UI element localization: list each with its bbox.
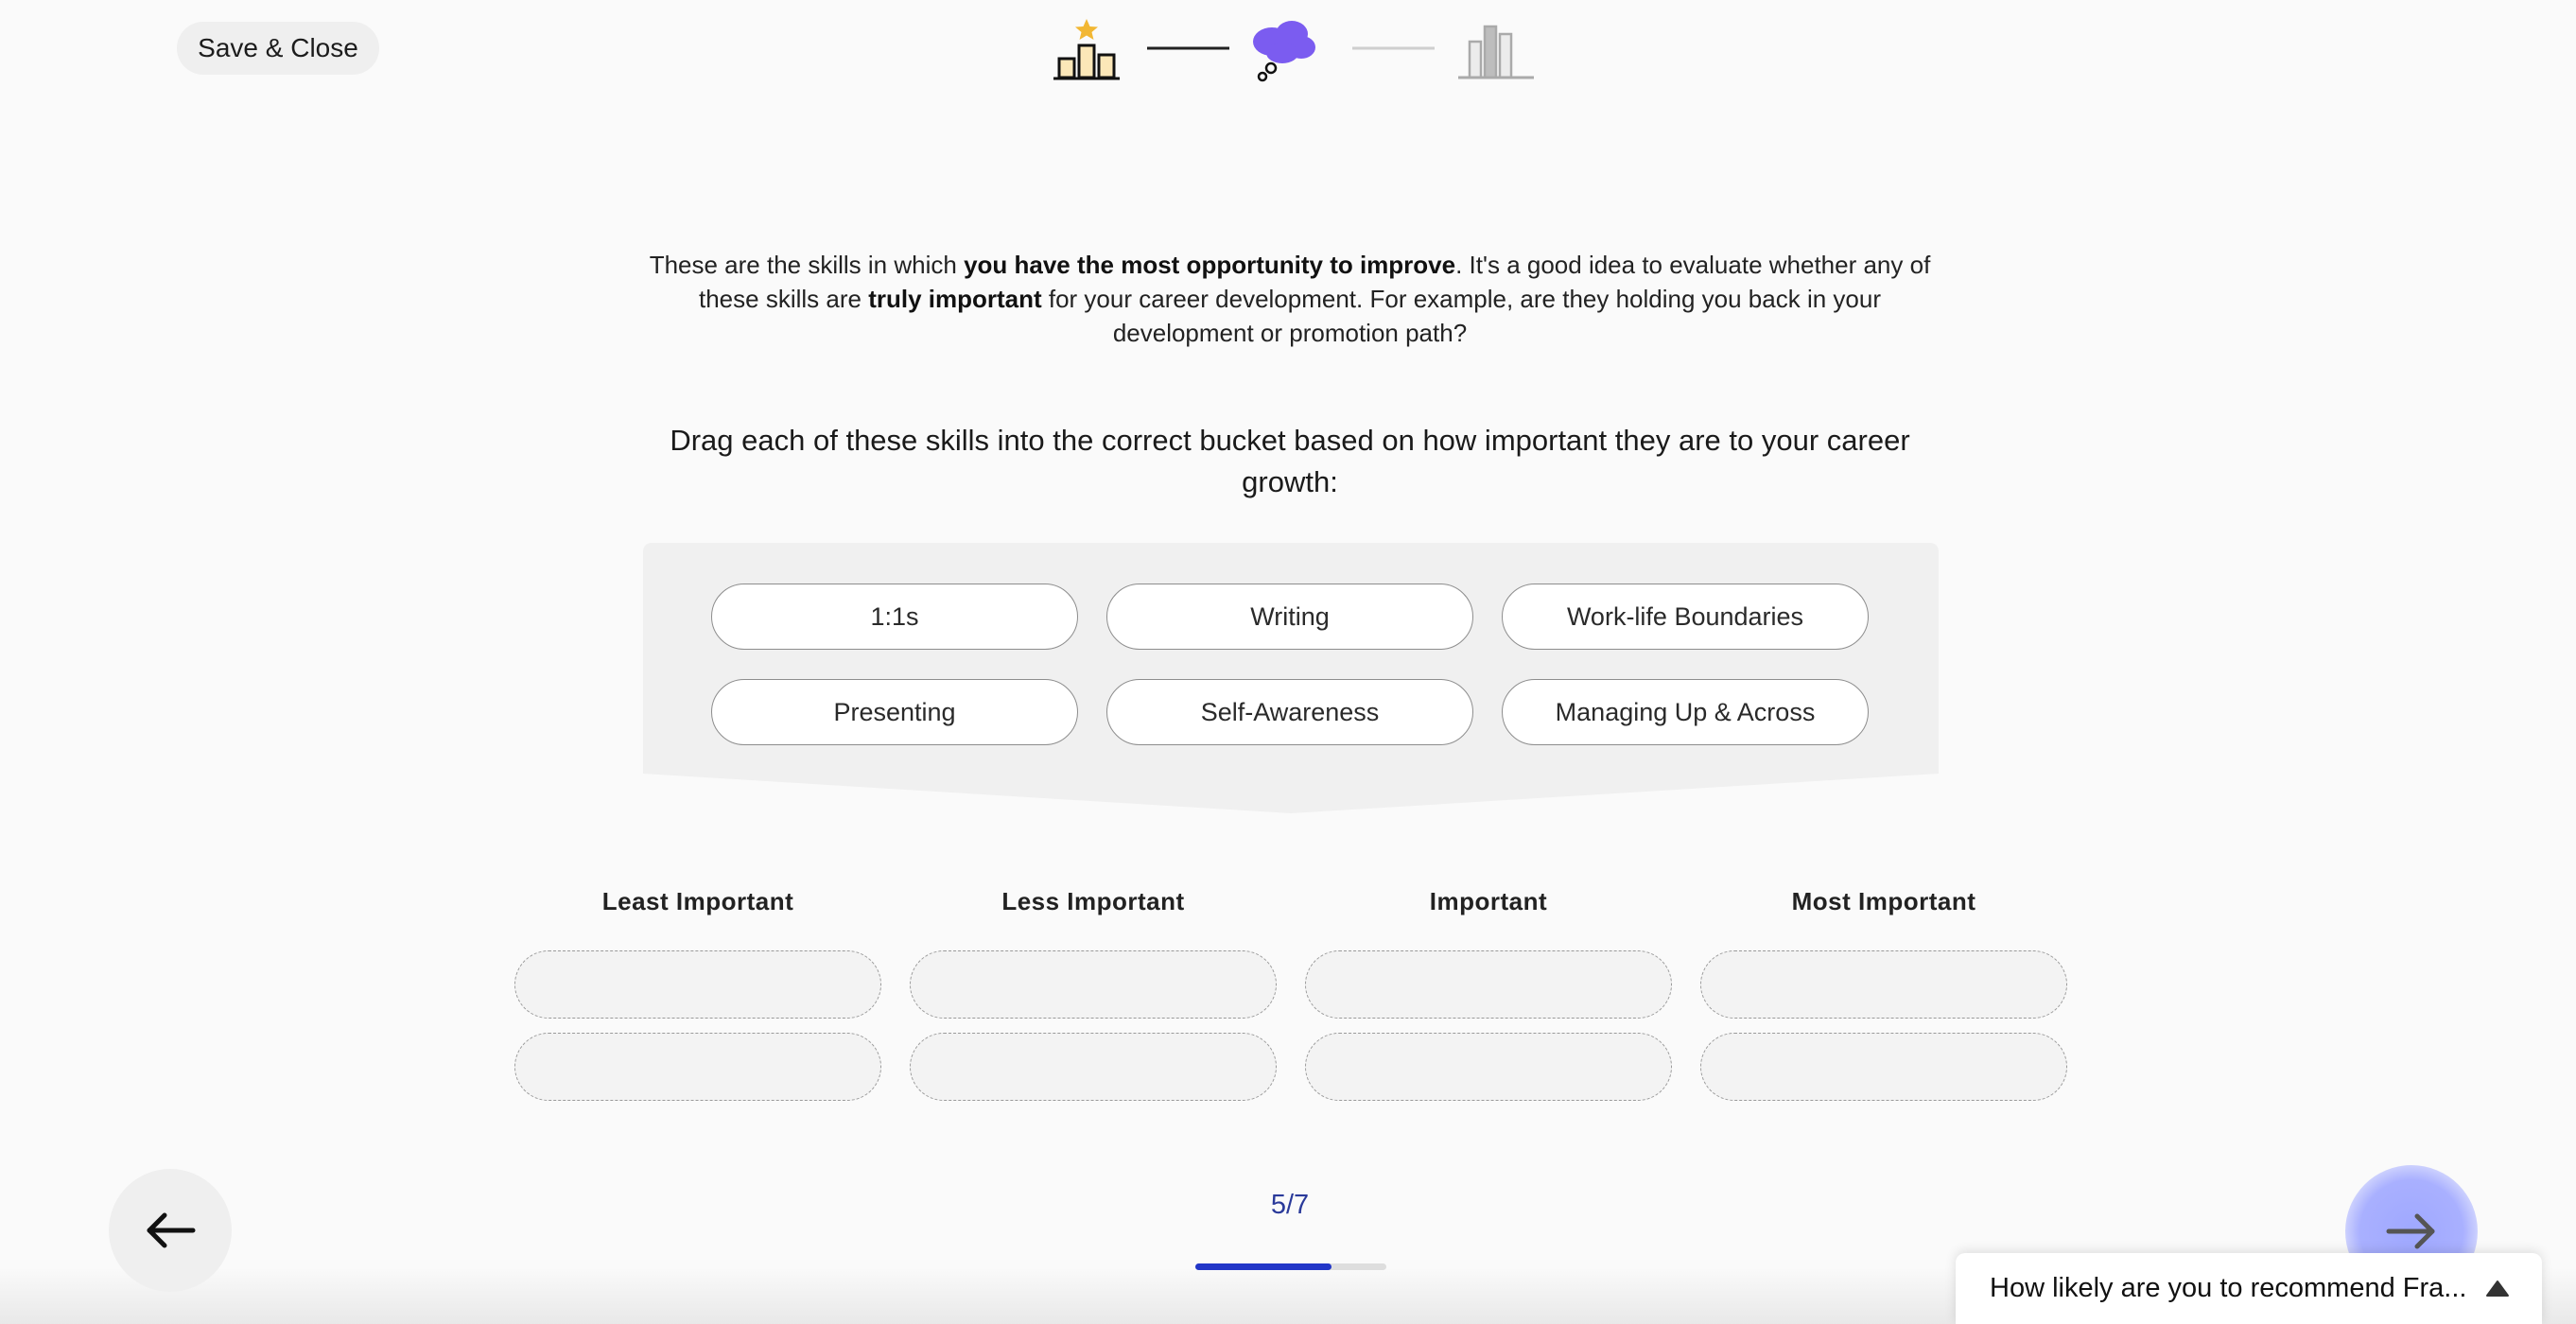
thought-cloud-icon — [1253, 21, 1315, 82]
bucket-title-less-important: Less Important — [1001, 887, 1185, 915]
bucket-slot-least-important[interactable] — [514, 1033, 881, 1101]
skill-chip[interactable]: Presenting — [711, 679, 1078, 745]
bucket-slot-less-important[interactable] — [910, 950, 1277, 1019]
skill-chip[interactable]: 1:1s — [711, 584, 1078, 650]
skills-source-panel: 1:1s Writing Work-life Boundaries Presen… — [643, 543, 1939, 817]
caret-up-icon[interactable] — [2485, 1280, 2510, 1298]
arrow-left-icon — [147, 1212, 196, 1248]
bucket-slot-most-important[interactable] — [1700, 1033, 2067, 1101]
intro-emphasis-2: truly important — [868, 285, 1042, 313]
progress-bar — [1195, 1263, 1386, 1270]
intro-paragraph: These are the skills in which you have t… — [649, 251, 1931, 347]
skill-chip[interactable]: Writing — [1106, 584, 1473, 650]
bar-chart-icon — [1458, 25, 1534, 79]
back-button[interactable] — [109, 1169, 232, 1292]
progress-bar-fill — [1195, 1263, 1332, 1270]
feedback-survey-text: How likely are you to recommend Fra... — [1990, 1273, 2467, 1303]
feedback-survey-bar[interactable]: How likely are you to recommend Fra... — [1956, 1253, 2542, 1324]
bucket-slot-most-important[interactable] — [1700, 950, 2067, 1019]
podium-icon — [1053, 19, 1120, 80]
bucket-slot-important[interactable] — [1305, 1033, 1672, 1101]
arrow-right-icon — [2386, 1213, 2435, 1249]
bucket-slot-important[interactable] — [1305, 950, 1672, 1019]
progress-stepper — [1040, 13, 1551, 89]
bucket-title-least-important: Least Important — [601, 887, 794, 915]
bucket-slot-least-important[interactable] — [514, 950, 881, 1019]
save-close-button[interactable]: Save & Close — [177, 22, 379, 75]
intro-emphasis-1: you have the most opportunity to improve — [964, 251, 1456, 279]
drag-instruction: Drag each of these skills into the corre… — [670, 424, 1910, 498]
skill-chip[interactable]: Self-Awareness — [1106, 679, 1473, 745]
skill-chip[interactable]: Managing Up & Across — [1502, 679, 1869, 745]
bucket-title-most-important: Most Important — [1791, 887, 1976, 915]
page-counter: 5/7 — [1270, 1190, 1310, 1220]
bucket-title-important: Important — [1429, 887, 1548, 915]
bucket-slot-less-important[interactable] — [910, 1033, 1277, 1101]
skill-chip[interactable]: Work-life Boundaries — [1502, 584, 1869, 650]
